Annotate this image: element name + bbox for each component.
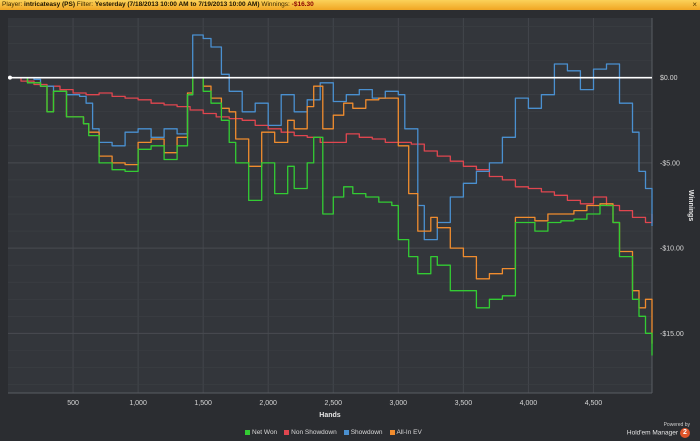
y-axis-title: Winnings [687, 190, 694, 222]
legend-label: All-In EV [396, 429, 422, 436]
y-tick-label: $0.00 [660, 75, 678, 82]
x-tick-label: 2,500 [324, 400, 342, 407]
legend-label: Showdown [350, 429, 383, 436]
winnings-value: -$16.30 [291, 1, 314, 8]
filter-header-bar: Player: intricateasy (PS) Filter: Yester… [0, 0, 700, 10]
legend-label: Non Showdown [291, 429, 337, 436]
x-tick-label: 4,500 [585, 400, 603, 407]
winnings-label: Winnings: [261, 1, 290, 8]
y-tick-label: -$5.00 [660, 160, 680, 167]
legend-item-non-showdown[interactable]: Non Showdown [284, 429, 337, 436]
winnings-graph: 500 1,000 1,500 2,000 2,500 3,000 3,500 4,000 4,… [8, 18, 694, 419]
player-label: Player: [2, 1, 23, 8]
legend-label: Net Won [252, 429, 278, 436]
x-tick-label: 1,000 [129, 400, 147, 407]
x-tick-label: 4,000 [520, 400, 538, 407]
legend: Net Won Non Showdown Showdown All-In EV [245, 429, 429, 439]
legend-swatch [284, 429, 290, 435]
plot-area [8, 18, 652, 393]
legend-item-all-in-ev[interactable]: All-In EV [389, 429, 422, 436]
close-icon[interactable]: × [692, 0, 697, 10]
legend-swatch [343, 429, 349, 435]
start-point [8, 75, 12, 80]
x-tick-label: 3,000 [390, 400, 408, 407]
x-axis-title: Hands [319, 412, 341, 419]
legend-swatch [245, 429, 250, 435]
product-name: Hold'em Manager [626, 429, 678, 437]
x-tick-label: 2,000 [259, 400, 277, 407]
x-tick-label: 3,500 [455, 400, 473, 407]
filter-label: Filter: [76, 1, 94, 8]
hm2-logo-icon: 2 [680, 428, 690, 438]
legend-swatch [389, 429, 395, 435]
player-name[interactable]: intricateasy (PS) [24, 1, 75, 8]
x-tick-label: 1,500 [194, 400, 212, 407]
y-tick-label: -$10.00 [660, 246, 684, 253]
branding: Powered by Hold'em Manager 2 [627, 422, 690, 438]
x-tick-label: 500 [67, 400, 79, 407]
legend-item-net-won[interactable]: Net Won [245, 429, 277, 436]
y-tick-label: -$15.00 [660, 331, 684, 338]
filter-value[interactable]: Yesterday (7/18/2013 10:00 AM to 7/19/20… [95, 1, 260, 8]
legend-item-showdown[interactable]: Showdown [343, 429, 383, 436]
